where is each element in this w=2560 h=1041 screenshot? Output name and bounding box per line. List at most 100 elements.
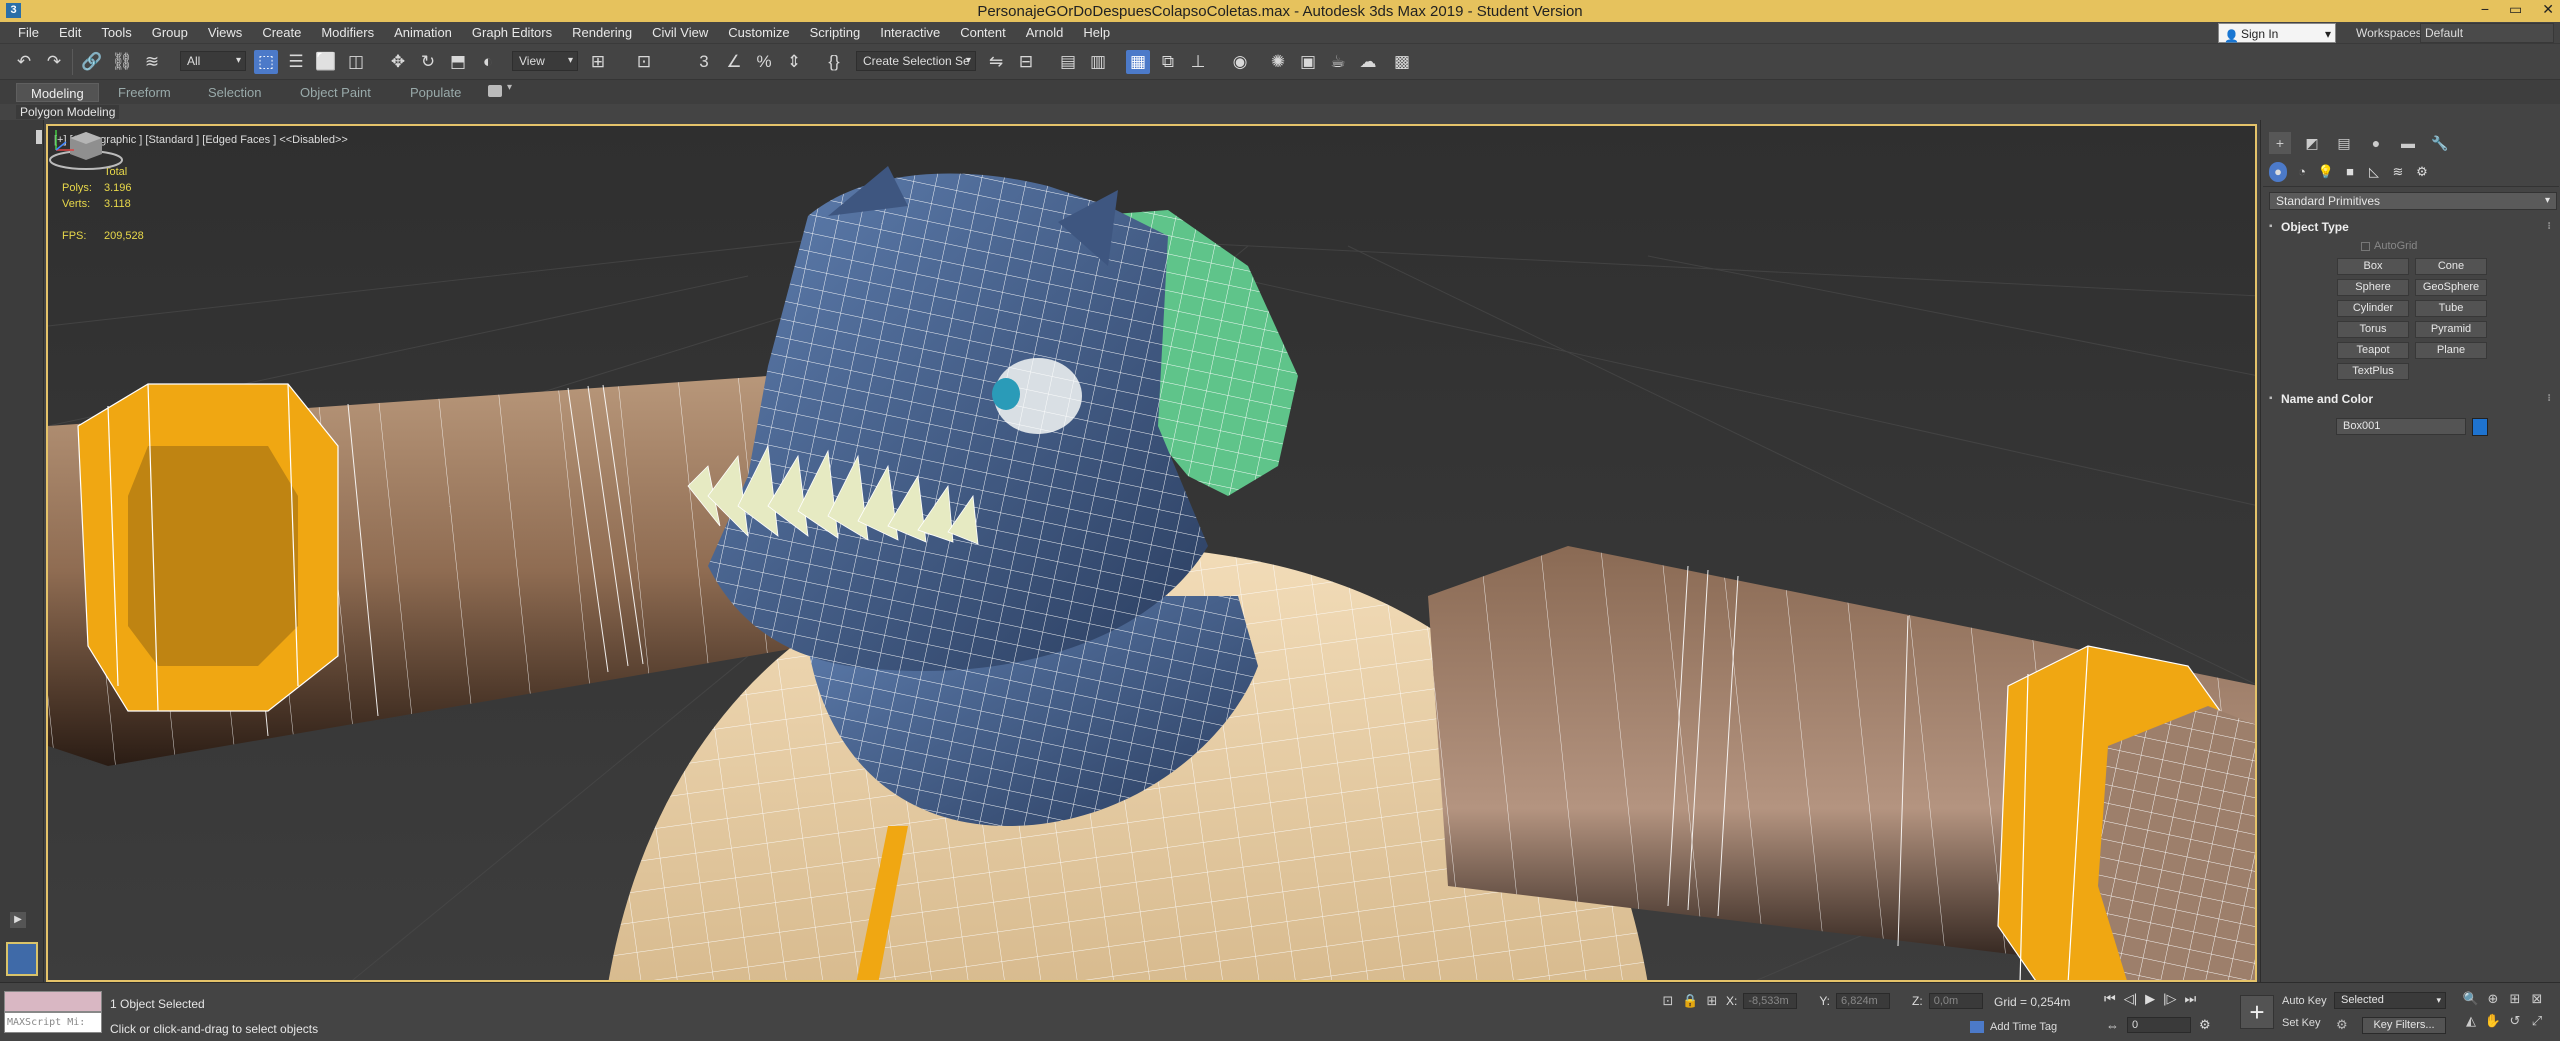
- object-name-input[interactable]: Box001: [2336, 418, 2466, 435]
- maximize-icon[interactable]: ▭: [2509, 1, 2522, 18]
- name-color-rollout-header[interactable]: ▪ Name and Color ⁝: [2269, 390, 2557, 408]
- material-editor-icon[interactable]: ◉: [1228, 50, 1252, 74]
- bind-spacewarp-icon[interactable]: ≋: [140, 50, 164, 74]
- render-production-icon[interactable]: ☕: [1326, 50, 1350, 74]
- workspaces-dropdown[interactable]: Default: [2420, 23, 2554, 43]
- menu-civil-view[interactable]: Civil View: [642, 25, 718, 41]
- menu-views[interactable]: Views: [198, 25, 252, 41]
- key-mode-icon[interactable]: ⇔: [2106, 1018, 2119, 1033]
- teapot-button[interactable]: Teapot: [2337, 342, 2409, 359]
- spinner-snap-icon[interactable]: ⇕: [782, 50, 806, 74]
- select-by-name-icon[interactable]: ☰: [284, 50, 308, 74]
- systems-icon[interactable]: ⚙: [2413, 162, 2431, 182]
- render-cloud-icon[interactable]: ☁: [1356, 50, 1380, 74]
- pan-icon[interactable]: ✋: [2482, 1013, 2504, 1029]
- key-filters-button[interactable]: Key Filters...: [2362, 1017, 2446, 1034]
- menu-interactive[interactable]: Interactive: [870, 25, 950, 41]
- select-object-icon[interactable]: ⬚: [254, 50, 278, 74]
- autogrid-checkbox[interactable]: AutoGrid: [2361, 240, 2417, 252]
- menu-arnold[interactable]: Arnold: [1016, 25, 1074, 41]
- rotate-icon[interactable]: ↻: [416, 50, 440, 74]
- time-config-icon[interactable]: ⚙: [2199, 1017, 2211, 1033]
- menu-graph-editors[interactable]: Graph Editors: [462, 25, 562, 41]
- edit-named-selection-icon[interactable]: {}: [822, 50, 846, 74]
- key-selection-dropdown[interactable]: Selected ▾: [2334, 992, 2446, 1009]
- render-setup-icon[interactable]: ✺: [1266, 50, 1290, 74]
- menu-animation[interactable]: Animation: [384, 25, 462, 41]
- add-time-tag[interactable]: Add Time Tag: [1970, 1021, 2057, 1034]
- object-type-rollout-header[interactable]: ▪ Object Type ⁝: [2269, 218, 2557, 236]
- percent-snap-icon[interactable]: %: [752, 50, 776, 74]
- selection-lock-icon[interactable]: 🔒: [1682, 993, 1698, 1009]
- tab-selection[interactable]: Selection: [194, 83, 275, 102]
- menu-modifiers[interactable]: Modifiers: [311, 25, 384, 41]
- cameras-icon[interactable]: ■: [2341, 162, 2359, 182]
- orbit-icon[interactable]: ↺: [2504, 1013, 2526, 1029]
- menu-content[interactable]: Content: [950, 25, 1016, 41]
- unlink-icon[interactable]: ⛓: [110, 50, 134, 74]
- viewport-perspective[interactable]: [+] [Orthographic ] [Standard ] [Edged F…: [46, 124, 2257, 982]
- y-coordinate-field[interactable]: 6,824m: [1836, 993, 1891, 1009]
- curve-editor-icon[interactable]: ⧉: [1156, 50, 1180, 74]
- primitive-type-dropdown[interactable]: Standard Primitives ▾: [2269, 192, 2557, 210]
- scene-explorer-icon[interactable]: ▤: [1056, 50, 1080, 74]
- placement-icon[interactable]: ◐: [476, 50, 500, 74]
- mirror-icon[interactable]: ⇋: [984, 50, 1008, 74]
- geometry-icon[interactable]: ●: [2269, 162, 2287, 182]
- chevron-down-icon[interactable]: ▾: [507, 82, 512, 93]
- textplus-button[interactable]: TextPlus: [2337, 363, 2409, 380]
- utilities-tab-icon[interactable]: 🔧: [2429, 132, 2451, 154]
- window-crossing-icon[interactable]: ◫: [344, 50, 368, 74]
- key-mode-toggle-icon[interactable]: ⚙: [2336, 1017, 2348, 1033]
- menu-scripting[interactable]: Scripting: [800, 25, 871, 41]
- go-to-start-icon[interactable]: ⏮: [2104, 991, 2116, 1007]
- pivot-center-icon[interactable]: ⊞: [586, 50, 610, 74]
- modify-tab-icon[interactable]: ◩: [2301, 132, 2323, 154]
- angle-snap-icon[interactable]: ∠: [722, 50, 746, 74]
- redo-icon[interactable]: ↷: [42, 50, 66, 74]
- set-keys-button[interactable]: +: [2240, 995, 2274, 1029]
- geosphere-button[interactable]: GeoSphere: [2415, 279, 2487, 296]
- cylinder-button[interactable]: Cylinder: [2337, 300, 2409, 317]
- maxscript-listener[interactable]: MAXScript Mi:: [4, 991, 102, 1037]
- toggle-ribbon-icon[interactable]: ▦: [1126, 50, 1150, 74]
- align-icon[interactable]: ⊟: [1014, 50, 1038, 74]
- selection-filter-dropdown[interactable]: All ▾: [180, 51, 246, 71]
- absolute-mode-icon[interactable]: ⊞: [1704, 993, 1720, 1009]
- display-tab-icon[interactable]: ▬: [2397, 132, 2419, 154]
- select-manipulate-icon[interactable]: ⊡: [632, 50, 656, 74]
- maximize-viewport-icon[interactable]: ⤢: [2526, 1013, 2548, 1029]
- link-icon[interactable]: 🔗: [80, 50, 104, 74]
- x-coordinate-field[interactable]: -8,533m: [1743, 993, 1798, 1009]
- menu-tools[interactable]: Tools: [91, 25, 141, 41]
- tube-button[interactable]: Tube: [2415, 300, 2487, 317]
- minimize-icon[interactable]: −: [2481, 1, 2489, 18]
- field-of-view-icon[interactable]: ◭: [2460, 1013, 2482, 1029]
- zoom-extents-icon[interactable]: ⊞: [2504, 991, 2526, 1007]
- previous-frame-icon[interactable]: ◁|: [2124, 991, 2137, 1007]
- rectangular-selection-icon[interactable]: ⬜: [314, 50, 338, 74]
- polygon-modeling-panel[interactable]: Polygon Modeling: [16, 105, 120, 119]
- helpers-icon[interactable]: ◺: [2365, 162, 2383, 182]
- current-frame-field[interactable]: 0: [2127, 1017, 2191, 1033]
- lights-icon[interactable]: 💡: [2317, 162, 2335, 182]
- shapes-icon[interactable]: ◔: [2293, 162, 2311, 182]
- play-icon[interactable]: ▶: [2145, 991, 2155, 1007]
- schematic-view-icon[interactable]: ⊥: [1186, 50, 1210, 74]
- ribbon-toggle-icon[interactable]: [488, 85, 502, 97]
- isolate-selection-icon[interactable]: ⊡: [1660, 993, 1676, 1009]
- viewport-layout-button[interactable]: [6, 942, 38, 976]
- set-key-button[interactable]: Set Key: [2282, 1015, 2327, 1037]
- tab-modeling[interactable]: Modeling: [16, 83, 99, 102]
- maxscript-input[interactable]: MAXScript Mi:: [4, 1012, 102, 1033]
- named-selection-dropdown[interactable]: Create Selection Se ▾: [856, 51, 976, 71]
- cone-button[interactable]: Cone: [2415, 258, 2487, 275]
- plane-button[interactable]: Plane: [2415, 342, 2487, 359]
- create-tab-icon[interactable]: +: [2269, 132, 2291, 154]
- rendered-frame-window-icon[interactable]: ▣: [1296, 50, 1320, 74]
- auto-key-button[interactable]: Auto Key: [2282, 993, 2327, 1015]
- object-color-swatch[interactable]: [2472, 418, 2488, 436]
- zoom-icon[interactable]: 🔍: [2460, 991, 2482, 1007]
- menu-customize[interactable]: Customize: [718, 25, 799, 41]
- hierarchy-tab-icon[interactable]: ▤: [2333, 132, 2355, 154]
